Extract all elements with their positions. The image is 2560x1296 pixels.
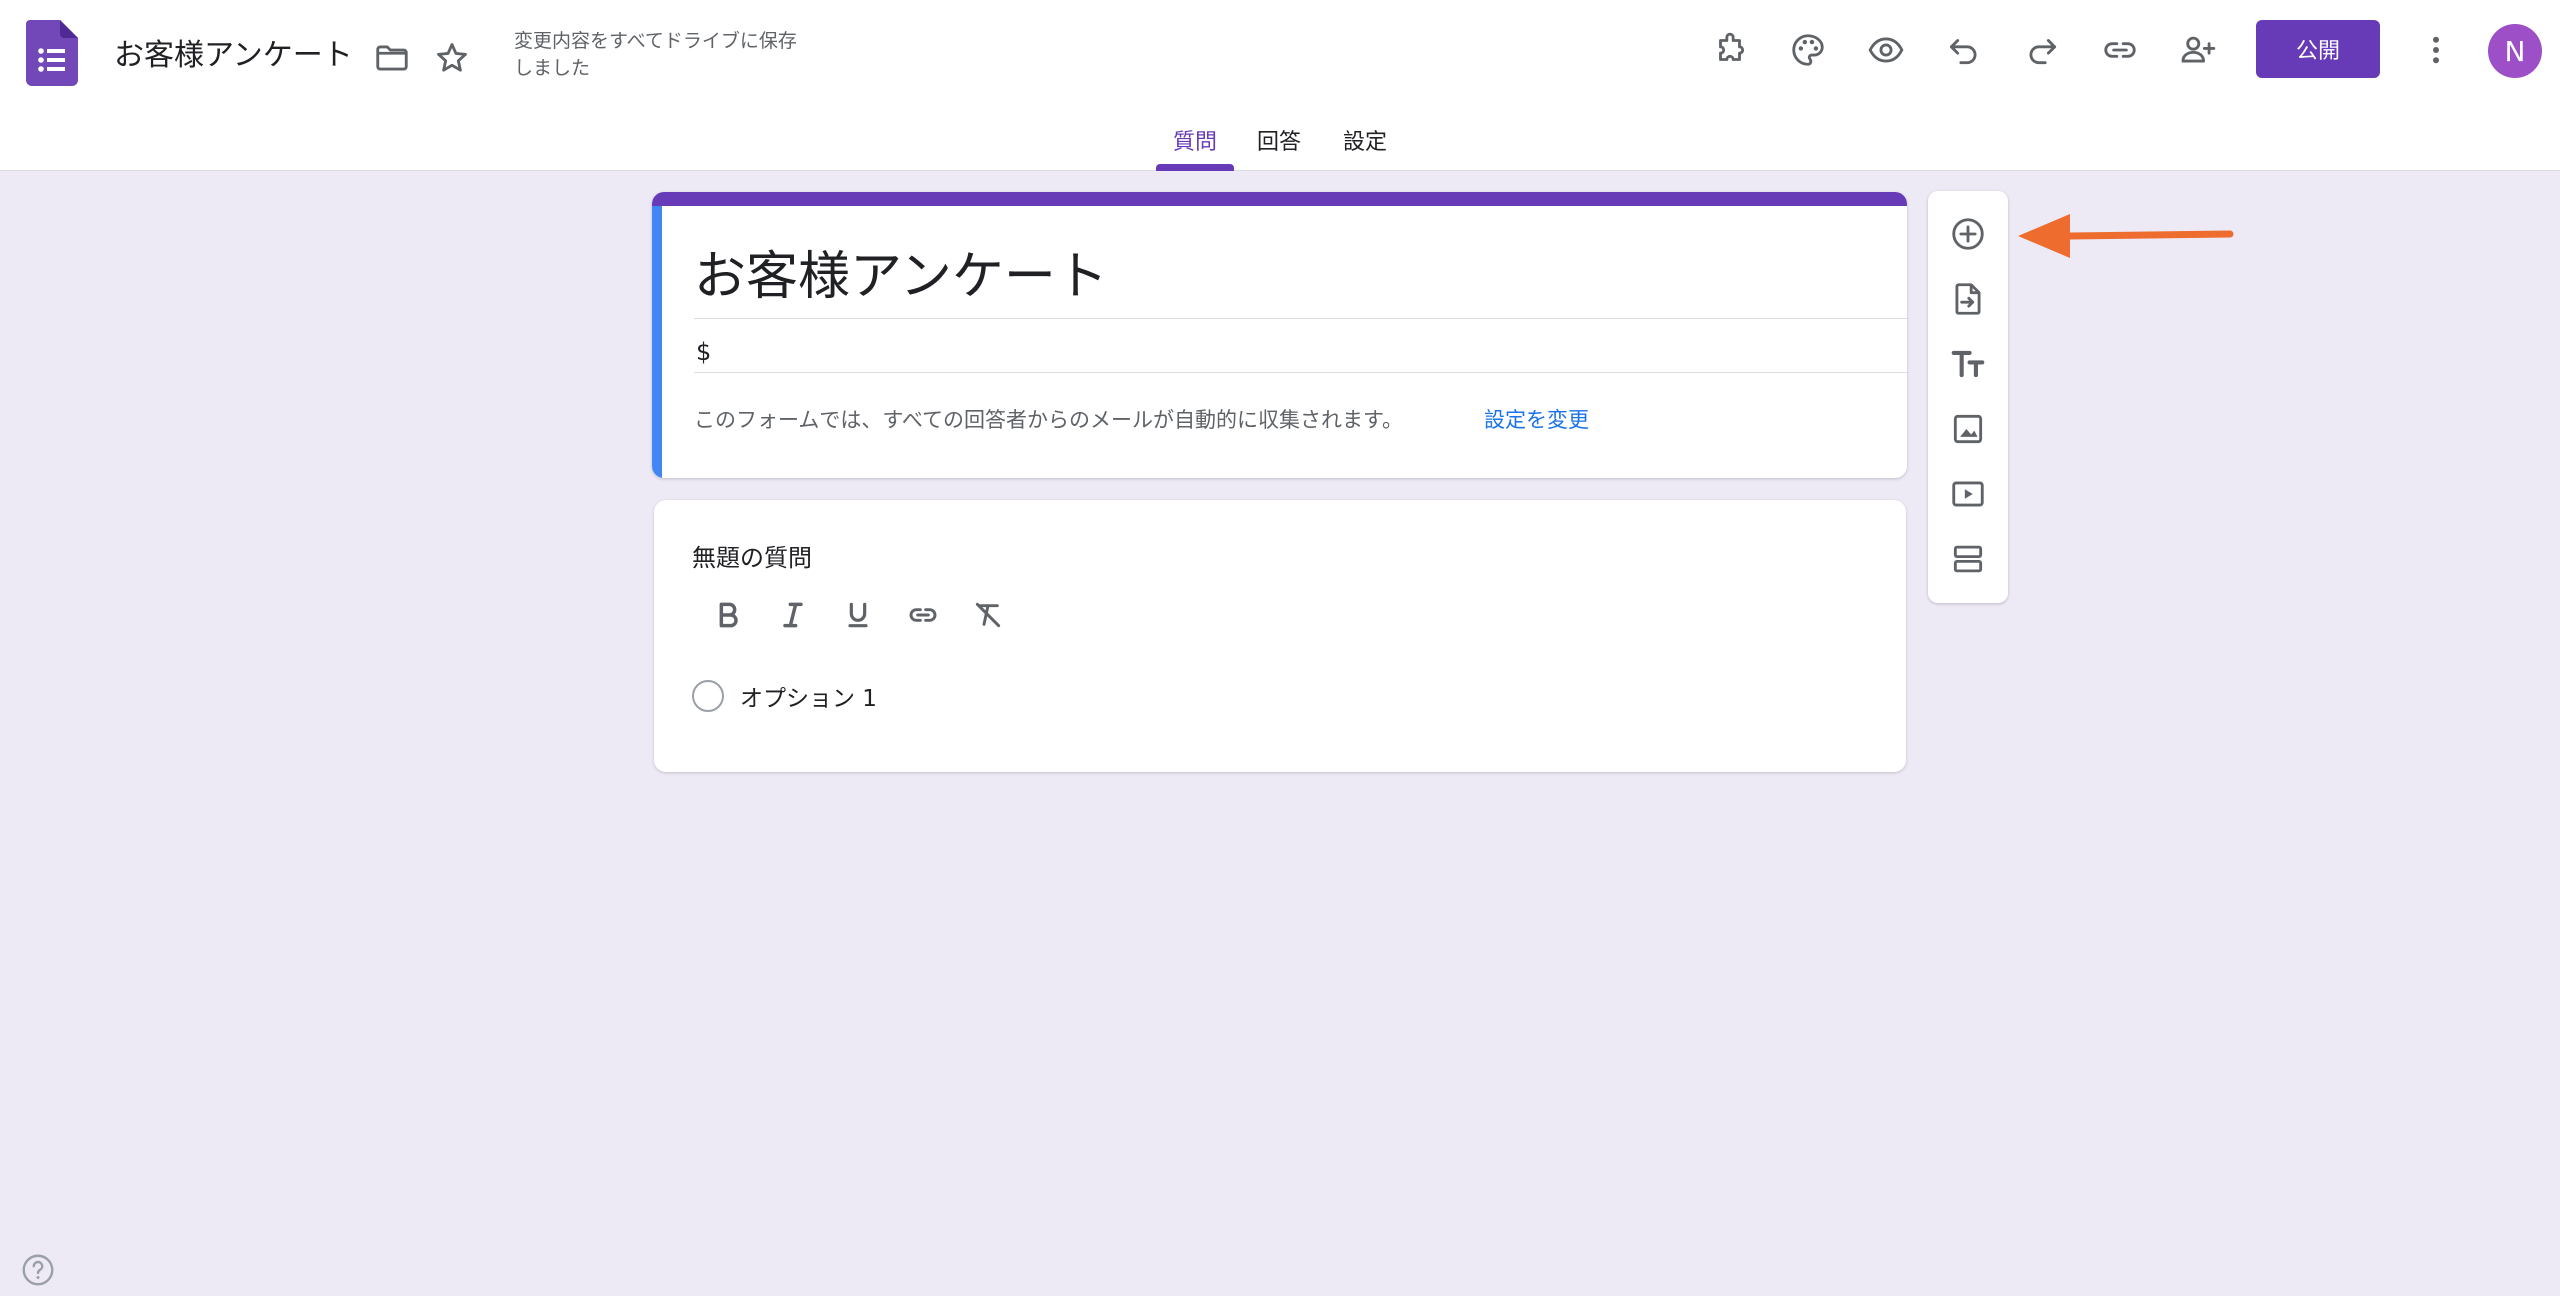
- addon-icon[interactable]: [1706, 26, 1754, 74]
- redo-icon[interactable]: [2018, 26, 2066, 74]
- add-video-icon[interactable]: [1944, 470, 1992, 518]
- save-status: 変更内容をすべてドライブに保存しました: [514, 30, 797, 79]
- add-collaborator-icon[interactable]: [2174, 26, 2222, 74]
- more-vert-icon[interactable]: [2412, 26, 2460, 74]
- email-collection-notice: このフォームでは、すべての回答者からのメールが自動的に収集されます。: [694, 408, 1403, 432]
- tab-settings[interactable]: 設定: [1342, 124, 1388, 171]
- help-icon[interactable]: [20, 1252, 56, 1288]
- undo-icon[interactable]: [1940, 26, 1988, 74]
- description-divider: [694, 372, 1907, 373]
- question-card[interactable]: 無題の質問 オプション 1: [654, 500, 1906, 772]
- annotation-arrow-icon: [2018, 214, 2234, 258]
- import-questions-icon[interactable]: [1944, 275, 1992, 323]
- format-toolbar: [704, 592, 1012, 638]
- option-label[interactable]: オプション 1: [740, 679, 877, 713]
- add-title-icon[interactable]: [1944, 340, 1992, 388]
- folder-icon[interactable]: [368, 34, 416, 82]
- floating-toolbar: [1928, 191, 2008, 603]
- card-accent-bar: [652, 192, 1907, 206]
- active-tab-indicator: [1156, 164, 1234, 171]
- change-settings-link[interactable]: 設定を変更: [1484, 404, 1589, 434]
- preview-icon[interactable]: [1862, 26, 1910, 74]
- link-icon[interactable]: [2096, 26, 2144, 74]
- avatar[interactable]: N: [2488, 24, 2542, 78]
- forms-logo-icon[interactable]: [26, 20, 78, 86]
- publish-button[interactable]: 公開: [2256, 20, 2380, 78]
- add-question-icon[interactable]: [1944, 210, 1992, 258]
- form-title-card[interactable]: お客様アンケート $ このフォームでは、すべての回答者からのメールが自動的に収集…: [652, 192, 1907, 478]
- option-row[interactable]: オプション 1: [692, 678, 877, 714]
- tab-bar: 質問 回答 設定: [0, 118, 2560, 171]
- form-description-input[interactable]: $: [696, 338, 711, 366]
- italic-icon[interactable]: [769, 592, 817, 638]
- underline-icon[interactable]: [834, 592, 882, 638]
- palette-icon[interactable]: [1784, 26, 1832, 74]
- tab-responses[interactable]: 回答: [1256, 124, 1302, 171]
- form-title-input[interactable]: お客様アンケート: [694, 234, 1108, 309]
- title-divider: [694, 318, 1907, 319]
- add-image-icon[interactable]: [1944, 405, 1992, 453]
- add-section-icon[interactable]: [1944, 535, 1992, 583]
- bold-icon[interactable]: [704, 592, 752, 638]
- star-icon[interactable]: [428, 34, 476, 82]
- question-title-input[interactable]: 無題の質問: [692, 538, 812, 573]
- insert-link-icon[interactable]: [899, 592, 947, 638]
- document-title[interactable]: お客様アンケート: [114, 30, 353, 74]
- header: お客様アンケート 変更内容をすべてドライブに保存しました 公開 N 質問 回答 …: [0, 0, 2560, 171]
- radio-button[interactable]: [692, 680, 724, 712]
- clear-format-icon[interactable]: [964, 592, 1012, 638]
- card-focus-bar: [652, 206, 662, 478]
